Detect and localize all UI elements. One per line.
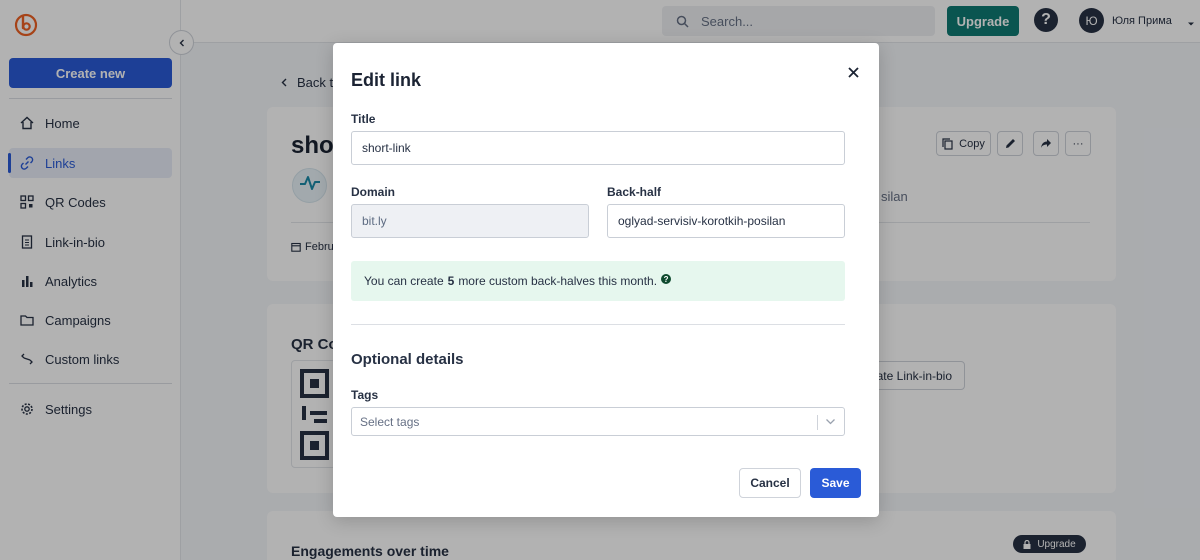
save-button[interactable]: Save [810, 468, 861, 498]
title-label: Title [351, 112, 376, 126]
modal-divider [351, 324, 845, 325]
custom-back-half-notice: You can create 5 more custom back-halves… [351, 261, 845, 301]
domain-field: bit.ly [351, 204, 589, 238]
chevron-down-icon[interactable] [825, 416, 836, 430]
tags-placeholder: Select tags [360, 414, 420, 429]
notice-suffix: more custom back-halves this month. [458, 274, 658, 288]
optional-details-title: Optional details [351, 351, 464, 368]
title-field[interactable]: short-link [351, 131, 845, 165]
notice-count: 5 [447, 274, 455, 288]
modal-title: Edit link [351, 70, 422, 90]
cancel-button[interactable]: Cancel [739, 468, 801, 498]
tags-label: Tags [351, 388, 379, 402]
edit-link-modal: Edit link Title short-link Domain bit.ly… [333, 43, 879, 517]
select-separator [817, 415, 818, 430]
domain-label: Domain [351, 185, 396, 199]
back-half-label: Back-half [607, 185, 662, 199]
tags-select[interactable]: Select tags [351, 407, 845, 436]
close-icon[interactable] [843, 62, 863, 82]
back-half-field[interactable]: oglyad-servisiv-korotkih-posilan [607, 204, 845, 238]
notice-prefix: You can create [364, 274, 444, 288]
help-circle-icon[interactable]: ? [661, 274, 672, 284]
